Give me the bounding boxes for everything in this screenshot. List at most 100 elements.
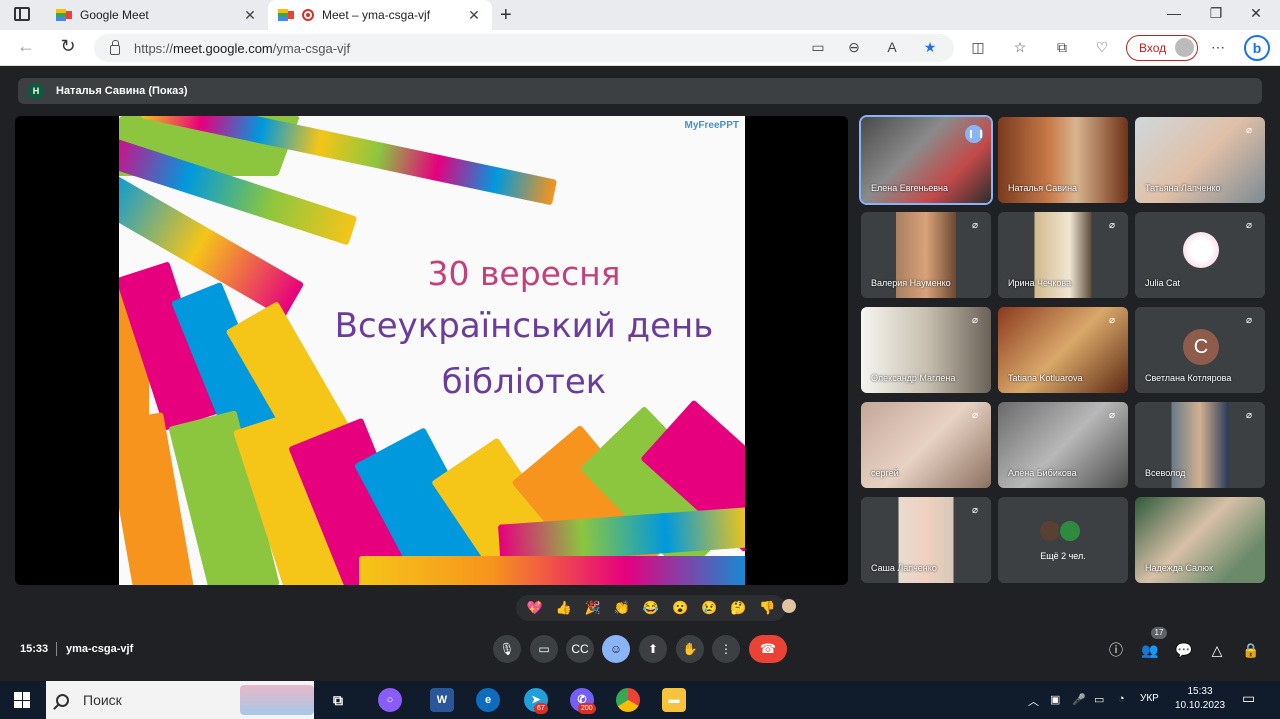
- google-meet-icon: [278, 9, 294, 21]
- url-path: /yma-csga-vjf: [272, 40, 351, 56]
- reactions-button[interactable]: ☺: [602, 635, 630, 663]
- battery-icon[interactable]: ▭: [1094, 693, 1104, 706]
- search-highlight-image: [240, 685, 314, 715]
- favorite-star-icon[interactable]: ★: [920, 39, 940, 56]
- close-tab-icon[interactable]: ✕: [466, 7, 482, 24]
- people-icon[interactable]: 👥: [1140, 640, 1160, 660]
- presenter-label: Наталья Савина (Показ): [56, 85, 188, 97]
- tray-expand-icon[interactable]: ︿: [1028, 693, 1039, 709]
- skin-tone-selector[interactable]: [782, 599, 796, 613]
- chat-icon[interactable]: 💬: [1174, 640, 1194, 660]
- reaction-party[interactable]: 🎉: [585, 600, 601, 616]
- windows-start-icon[interactable]: [14, 692, 30, 708]
- participant-tile[interactable]: ⌀ Олександр Маглена: [861, 307, 991, 393]
- participant-tile[interactable]: С ⌀ Светлана Котлярова: [1135, 307, 1265, 393]
- reaction-thumbs-up[interactable]: 👍: [556, 600, 572, 616]
- system-clock[interactable]: 15:33 10.10.2023: [1170, 685, 1230, 713]
- lock-icon: [110, 39, 120, 55]
- info-icon[interactable]: ⓘ: [1106, 640, 1126, 660]
- sidebar-toggle-icon[interactable]: [14, 7, 30, 21]
- activities-icon[interactable]: △: [1207, 640, 1227, 660]
- camera-icon[interactable]: ▭: [808, 39, 828, 56]
- windows-taskbar: Поиск ⧉ ○ W e ➤ 67 ✆ 200 ▬ ︿ ▣ 🎤 ▭ ◔ УКР…: [0, 681, 1280, 719]
- address-bar: ← ↻ https://meet.google.com/yma-csga-vjf…: [0, 30, 1280, 66]
- close-tab-icon[interactable]: ✕: [242, 7, 258, 24]
- browser-tab-bar: Google Meet ✕ Meet – yma-csga-vjf ✕ + — …: [0, 0, 1280, 30]
- presentation-slide: MyFreePPT 30 вересня Всеукраїнський день…: [119, 116, 745, 585]
- reaction-thinking[interactable]: 🤔: [730, 600, 746, 616]
- mic-off-icon: ⌀: [1108, 410, 1116, 421]
- reaction-laugh[interactable]: 😂: [643, 600, 659, 616]
- notifications-icon[interactable]: ▭: [1242, 690, 1255, 707]
- extensions-icon[interactable]: ♡: [1092, 39, 1112, 56]
- tray-app-icon[interactable]: ▣: [1050, 693, 1060, 706]
- participant-name: Валерия Науменко: [871, 278, 951, 288]
- leave-call-button[interactable]: ☎: [749, 635, 787, 663]
- chrome-icon[interactable]: [616, 688, 640, 712]
- participant-tile[interactable]: ⌀ сергей: [861, 402, 991, 488]
- more-options-button[interactable]: ⋮: [712, 635, 740, 663]
- participant-tile[interactable]: ⌀ Tatiana Kotluarova: [998, 307, 1128, 393]
- raise-hand-button[interactable]: ✋: [676, 635, 704, 663]
- participant-tile[interactable]: ⌀ Julia Cat: [1135, 212, 1265, 298]
- bing-icon[interactable]: b: [1244, 35, 1270, 61]
- reaction-thumbs-down[interactable]: 👎: [759, 600, 775, 616]
- close-window-icon[interactable]: ✕: [1246, 5, 1266, 22]
- word-icon[interactable]: W: [430, 688, 454, 712]
- read-aloud-icon[interactable]: A: [882, 39, 902, 55]
- tab-google-meet[interactable]: Google Meet ✕: [46, 0, 268, 30]
- participant-tile[interactable]: ⌀ Всеволод: [1135, 402, 1265, 488]
- telegram-badge: 67: [534, 703, 548, 714]
- reload-icon[interactable]: ↻: [56, 36, 80, 57]
- mic-off-icon: ⌀: [1108, 220, 1116, 231]
- reaction-sad[interactable]: 😢: [701, 600, 717, 616]
- participant-tile[interactable]: ⌀ Саша Лапченко: [861, 497, 991, 583]
- participant-name: Julia Cat: [1145, 278, 1181, 288]
- slide-line-3: бібліотек: [441, 362, 607, 402]
- file-explorer-icon[interactable]: ▬: [662, 688, 686, 712]
- reaction-clap[interactable]: 👏: [614, 600, 630, 616]
- search-label: Поиск: [83, 692, 122, 708]
- participant-name: Елена Евгеньевна: [871, 183, 949, 193]
- new-tab-icon[interactable]: +: [500, 4, 512, 27]
- participant-tile[interactable]: ⌀ Алёна Бибикова: [998, 402, 1128, 488]
- wifi-icon[interactable]: ◔: [1118, 693, 1125, 705]
- restore-icon[interactable]: ❐: [1206, 5, 1226, 22]
- participant-tile[interactable]: Надежда Салюк: [1135, 497, 1265, 583]
- participant-tile[interactable]: Наталья Савина: [998, 117, 1128, 203]
- collections-icon[interactable]: ⧉: [1052, 39, 1072, 56]
- tray-mic-icon[interactable]: 🎤: [1072, 693, 1086, 706]
- language-indicator[interactable]: УКР: [1140, 693, 1159, 704]
- speaking-icon: [965, 125, 983, 143]
- divider: [56, 642, 57, 656]
- participant-name: Саша Лапченко: [871, 563, 937, 573]
- participant-name: Наталья Савина: [1008, 183, 1078, 193]
- back-icon[interactable]: ←: [14, 36, 38, 57]
- minimize-icon[interactable]: —: [1164, 5, 1184, 21]
- participant-tile[interactable]: ⌀ Ирина Чечкова: [998, 212, 1128, 298]
- present-button[interactable]: ⬆: [639, 635, 667, 663]
- participant-avatar: С: [1183, 329, 1219, 365]
- participant-tile[interactable]: ⌀ Валерия Науменко: [861, 212, 991, 298]
- presentation-stage: MyFreePPT 30 вересня Всеукраїнський день…: [15, 116, 848, 585]
- participant-tile[interactable]: Елена Евгеньевна: [859, 115, 993, 205]
- tab-meet-call[interactable]: Meet – yma-csga-vjf ✕: [268, 0, 492, 30]
- zoom-icon[interactable]: ⊖: [844, 39, 864, 56]
- alice-icon[interactable]: ○: [378, 688, 402, 712]
- host-controls-icon[interactable]: 🔒: [1241, 640, 1261, 660]
- participant-name: Tatiana Kotluarova: [1008, 373, 1083, 383]
- mic-off-icon: ⌀: [1108, 315, 1116, 326]
- login-button[interactable]: Вход: [1126, 35, 1198, 61]
- split-screen-icon[interactable]: ◫: [968, 39, 988, 56]
- edge-icon[interactable]: e: [476, 688, 500, 712]
- reaction-surprised[interactable]: 😮: [672, 600, 688, 616]
- captions-button[interactable]: CC: [566, 635, 594, 663]
- more-menu-icon[interactable]: ⋯: [1208, 39, 1228, 56]
- microphone-button[interactable]: 🎙: [493, 635, 521, 663]
- reaction-heart[interactable]: 💖: [526, 600, 542, 616]
- participant-tile[interactable]: Ещё 2 чел.: [998, 497, 1128, 583]
- favorites-icon[interactable]: ☆: [1010, 39, 1030, 56]
- camera-button[interactable]: ▭: [530, 635, 558, 663]
- participant-tile[interactable]: ⌀ Татьяна Лапченко: [1135, 117, 1265, 203]
- task-view-icon[interactable]: ⧉: [326, 688, 350, 712]
